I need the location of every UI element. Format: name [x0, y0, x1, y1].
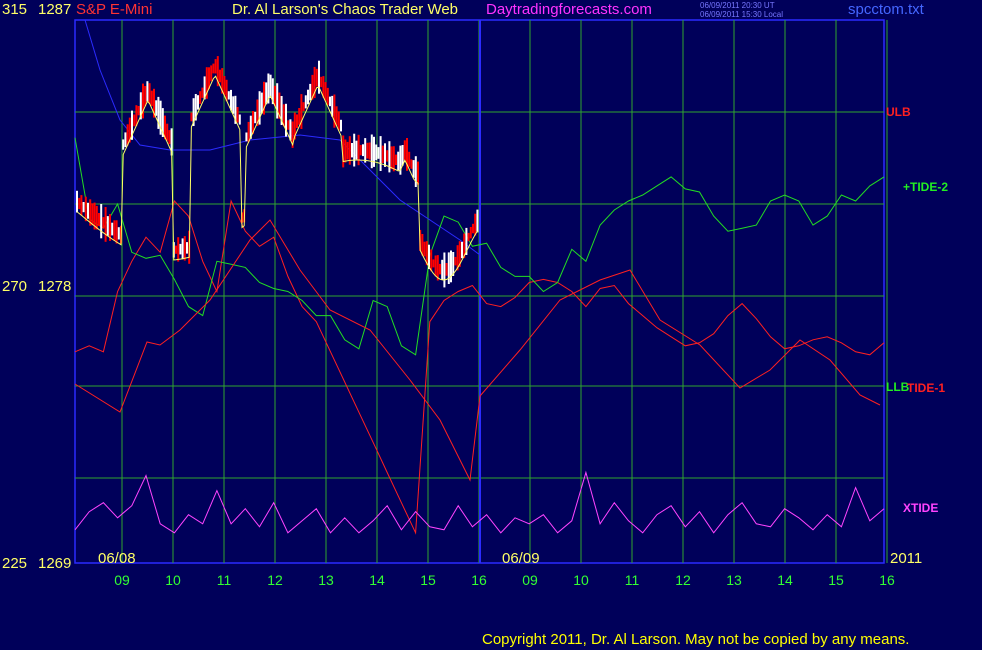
chart: 09 10 11 12 13 14 15 16 09 10 11 12 13 14 15 16: [74, 19, 895, 588]
x-tick-label: 13: [726, 572, 742, 588]
blue-forecast-line: [84, 19, 481, 256]
x-tick-label: 10: [573, 572, 589, 588]
xtide-label: XTIDE: [903, 501, 939, 515]
timestamp-local: 06/09/2011 15:30 Local: [700, 10, 784, 19]
x-tick-label: 14: [369, 572, 385, 588]
instrument-label: S&P E-Mini: [76, 1, 153, 18]
x-tick-label: 09: [522, 572, 538, 588]
y-top-price: 1287: [38, 1, 72, 18]
tide1-label: TIDE-1: [907, 381, 946, 395]
x-tick-label: 11: [217, 572, 232, 588]
page-title: Dr. Al Larson's Chaos Trader Web: [232, 1, 459, 18]
x-tick-label: 12: [267, 572, 283, 588]
date-year: 2011: [890, 550, 923, 567]
llb-line: [74, 219, 881, 482]
date-day1: 06/08: [98, 550, 136, 567]
x-tick-label: 14: [777, 572, 793, 588]
x-tick-label: 12: [675, 572, 691, 588]
ulb-label: ULB: [886, 105, 911, 119]
timestamp-ut: 06/09/2011 20:30 UT: [700, 1, 775, 10]
x-tick-label: 16: [879, 572, 895, 588]
y-top-left-value: 315: [2, 1, 28, 18]
x-tick-label: 11: [625, 572, 640, 588]
filename-label: spcctom.txt: [848, 1, 924, 18]
y-bottom-price: 1269: [38, 555, 72, 572]
y-bottom-left-value: 225: [2, 555, 28, 572]
llb-label: LLB: [886, 380, 910, 394]
blue-curve: [84, 19, 481, 256]
x-tick-label: 15: [828, 572, 844, 588]
tide2-label: +TIDE-2: [903, 180, 949, 194]
x-tick-labels: 09 10 11 12 13 14 15 16 09 10 11 12 13 14 15 16: [114, 572, 895, 588]
x-tick-label: 10: [165, 572, 181, 588]
copyright-notice: Copyright 2011, Dr. Al Larson. May not b…: [482, 631, 910, 648]
llb-curve: [74, 219, 881, 482]
x-tick-label: 13: [318, 572, 334, 588]
site-link[interactable]: Daytradingforecasts.com: [486, 1, 652, 19]
y-mid-price: 1278: [38, 278, 72, 295]
y-mid-left-value: 270: [2, 278, 28, 295]
x-tick-label: 16: [471, 572, 487, 588]
date-day2: 06/09: [502, 550, 540, 567]
x-tick-label: 09: [114, 572, 130, 588]
x-tick-label: 15: [420, 572, 436, 588]
